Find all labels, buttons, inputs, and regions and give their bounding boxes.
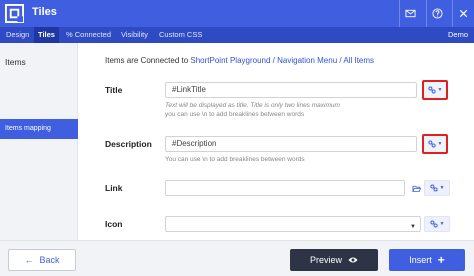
- eye-icon: [348, 257, 358, 263]
- help-button[interactable]: [426, 0, 448, 27]
- title-connect-button[interactable]: ▼: [422, 80, 448, 100]
- select-arrow-icon: ▼: [410, 224, 416, 230]
- description-label: Description: [105, 139, 152, 149]
- sidebar-title: Items: [5, 57, 26, 67]
- mail-icon: [405, 9, 416, 18]
- chevron-down-icon: ▼: [439, 185, 445, 191]
- title-input[interactable]: #LinkTitle: [165, 82, 417, 98]
- close-button[interactable]: [452, 0, 474, 27]
- link-label: Link: [105, 183, 123, 193]
- dialog-title: Tiles: [32, 6, 57, 18]
- folder-open-icon: [411, 185, 421, 192]
- main-content: Items are Connected to ShortPoint Playgr…: [79, 43, 474, 240]
- browse-button[interactable]: [408, 180, 424, 196]
- shortpoint-logo-icon: [5, 4, 24, 23]
- tab-connected[interactable]: % Connected: [62, 27, 115, 43]
- description-input[interactable]: #Description: [165, 136, 417, 152]
- title-label: Title: [105, 85, 123, 95]
- title-help-text-1: Text will be displayed as title. Title i…: [165, 102, 340, 109]
- link-icon: [429, 184, 438, 192]
- tiles-dialog: Tiles Design Tiles % Connected Visibilit…: [0, 0, 474, 276]
- connection-path-link[interactable]: ShortPoint Playground / Navigation Menu …: [190, 56, 374, 65]
- footer-bar: ← Back Preview Insert +: [0, 240, 474, 276]
- description-connect-button[interactable]: ▼: [422, 134, 448, 154]
- connection-info: Items are Connected to ShortPoint Playgr…: [105, 56, 374, 65]
- preview-button-label: Preview: [309, 255, 342, 265]
- connection-prefix: Items are Connected to: [105, 56, 191, 65]
- tab-bar: Design Tiles % Connected Visibility Cust…: [0, 27, 474, 43]
- link-connect-button[interactable]: ▼: [424, 180, 450, 196]
- close-icon: [459, 9, 468, 18]
- description-help-text: You can use \n to add breaklines between…: [165, 156, 305, 163]
- icon-label: Icon: [105, 219, 123, 229]
- tab-custom-css[interactable]: Custom CSS: [155, 27, 206, 43]
- chevron-down-icon: ▼: [437, 87, 443, 93]
- tab-visibility[interactable]: Visibility: [117, 27, 152, 43]
- chevron-down-icon: ▼: [437, 141, 443, 147]
- title-help-text-2: you can use \n to add breaklines between…: [165, 111, 305, 118]
- tab-design[interactable]: Design: [2, 27, 33, 43]
- link-icon: [427, 86, 436, 94]
- preview-button[interactable]: Preview: [290, 249, 378, 271]
- chevron-down-icon: ▼: [439, 221, 445, 227]
- demo-label[interactable]: Demo: [448, 27, 468, 43]
- link-input[interactable]: [165, 180, 405, 196]
- header-bar: Tiles: [0, 0, 474, 27]
- tab-tiles[interactable]: Tiles: [34, 27, 59, 43]
- back-button[interactable]: ← Back: [8, 249, 76, 271]
- mail-button[interactable]: [399, 0, 421, 27]
- insert-button[interactable]: Insert +: [389, 249, 465, 271]
- plus-icon: +: [437, 253, 445, 267]
- icon-select[interactable]: ▼: [165, 216, 421, 232]
- sidebar-item-items-mapping[interactable]: Items mapping: [0, 119, 78, 139]
- icon-connect-button[interactable]: ▼: [424, 216, 450, 232]
- back-button-label: Back: [39, 255, 60, 265]
- arrow-left-icon: ←: [24, 255, 34, 265]
- link-icon: [427, 140, 436, 148]
- help-icon: [432, 8, 443, 19]
- sidebar: Items Items mapping: [0, 43, 78, 240]
- link-icon: [429, 220, 438, 228]
- insert-button-label: Insert: [409, 255, 432, 265]
